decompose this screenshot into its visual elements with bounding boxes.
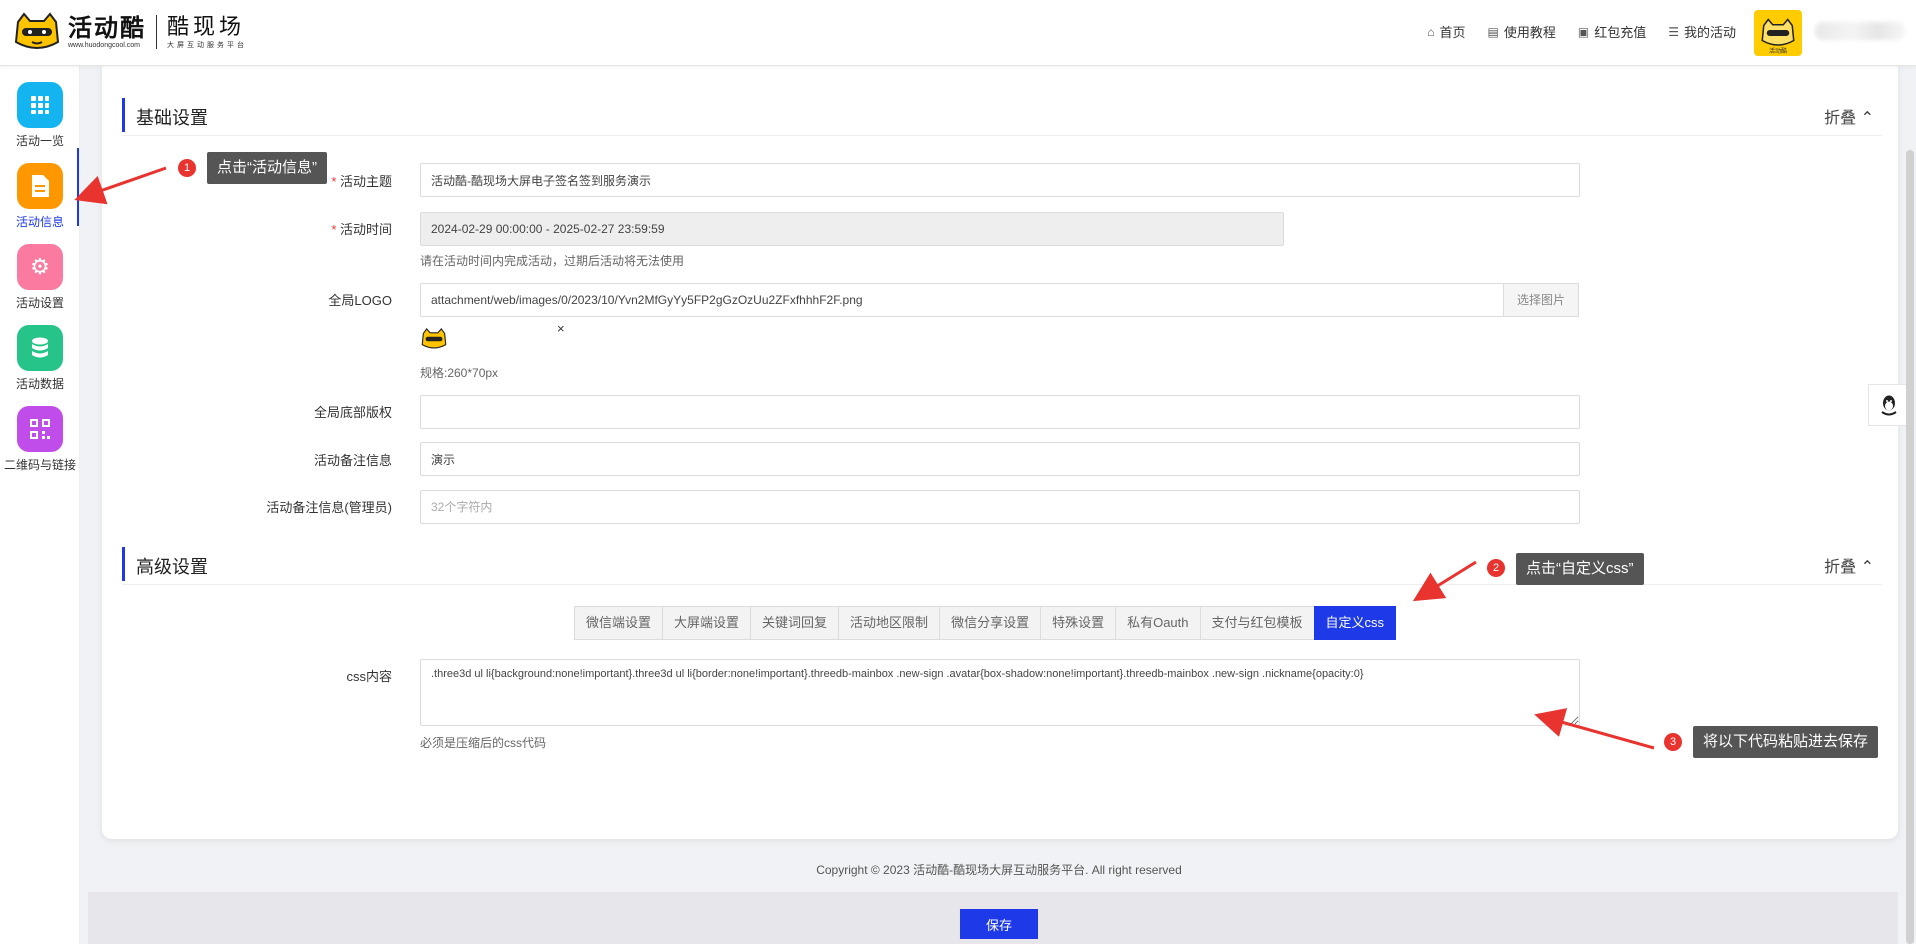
- save-button[interactable]: 保存: [960, 909, 1038, 939]
- brand-tagline: 大屏互动服务平台: [167, 42, 247, 49]
- avatar-label: 活动酷: [1768, 49, 1787, 55]
- tab-wechat[interactable]: 微信端设置: [574, 606, 664, 640]
- choose-image-button[interactable]: 选择图片: [1503, 283, 1579, 317]
- nav-my-activities[interactable]: ☰ 我的活动: [1668, 22, 1736, 41]
- chevron-up-icon: ⌃: [1860, 110, 1874, 127]
- section-accent-bar: [122, 547, 125, 581]
- copyright-label: 全局底部版权: [313, 405, 392, 420]
- time-label: * 活动时间: [331, 222, 392, 237]
- nav-tutorial-label: 使用教程: [1503, 25, 1556, 40]
- top-nav: ⌂ 首页 ▤ 使用教程 ▣ 红包充值 ☰ 我的活动: [1427, 22, 1736, 41]
- css-label: css内容: [346, 669, 392, 684]
- logo-path-input[interactable]: [420, 283, 1504, 317]
- tab-payment-template[interactable]: 支付与红包模板: [1199, 606, 1315, 640]
- redpacket-icon: ▣: [1577, 24, 1590, 39]
- sidebar-item-label: 活动一览: [15, 134, 64, 148]
- nav-home[interactable]: ⌂ 首页: [1427, 22, 1465, 41]
- top-bar: 活动酷 www.huodongcool.com 酷现场 大屏互动服务平台 ⌂ 首…: [0, 0, 1916, 66]
- time-range-input[interactable]: [420, 212, 1284, 246]
- sidebar-item-label: 二维码与链接: [3, 458, 76, 472]
- brand-logo[interactable]: 活动酷 www.huodongcool.com 酷现场 大屏互动服务平台: [12, 12, 247, 52]
- tab-wechat-share[interactable]: 微信分享设置: [939, 606, 1042, 640]
- annotation-step-3-badge: 3: [1664, 733, 1682, 751]
- time-hint: 请在活动时间内完成活动，过期后活动将无法使用: [420, 254, 685, 268]
- tab-custom-css[interactable]: 自定义css: [1313, 606, 1397, 640]
- css-textarea[interactable]: .three3d ul li{background:none!important…: [420, 659, 1580, 726]
- remark-input[interactable]: [420, 442, 1580, 476]
- doc-icon: ▤: [1487, 24, 1499, 39]
- annotation-step-2: 点击“自定义css”: [1516, 553, 1644, 585]
- sidebar-item-overview[interactable]: 活动一览: [0, 74, 80, 154]
- annotation-step-1-badge: 1: [178, 159, 196, 177]
- fold-button[interactable]: 折叠 ⌃: [1824, 104, 1874, 128]
- css-hint: 必须是压缩后的css代码: [420, 736, 547, 750]
- nav-tutorial[interactable]: ▤ 使用教程: [1488, 22, 1556, 41]
- nav-recharge[interactable]: ▣ 红包充值: [1578, 22, 1646, 41]
- list-icon: ☰: [1668, 24, 1679, 39]
- sidebar-item-label: 活动数据: [15, 377, 64, 391]
- annotation-step-1: 点击“活动信息”: [207, 152, 327, 184]
- remove-logo-icon[interactable]: ×: [557, 321, 565, 336]
- theme-input[interactable]: [420, 163, 1580, 197]
- document-icon: [17, 163, 63, 209]
- tab-bigscreen[interactable]: 大屏端设置: [662, 606, 752, 640]
- sidebar-item-activity-info[interactable]: 活动信息: [0, 155, 80, 235]
- basic-settings-header: 基础设置 折叠 ⌃: [122, 96, 1882, 136]
- section-accent-bar: [122, 98, 125, 132]
- annotation-step-2-badge: 2: [1487, 559, 1505, 577]
- username-blurred[interactable]: [1815, 22, 1905, 40]
- admin-remark-input[interactable]: [420, 490, 1580, 524]
- remark-label: 活动备注信息: [313, 453, 392, 468]
- qq-service-icon[interactable]: [1868, 384, 1910, 426]
- copyright-input[interactable]: [420, 395, 1580, 429]
- section-title: 基础设置: [136, 108, 208, 128]
- advanced-tabs: 微信端设置 大屏端设置 关键词回复 活动地区限制 微信分享设置 特殊设置 私有O…: [574, 606, 1397, 640]
- sidebar-active-indicator: [77, 148, 79, 226]
- sidebar-item-label: 活动信息: [15, 215, 64, 229]
- sidebar: 活动一览 活动信息 ⚙ 活动设置 活动数据 二维码与链接: [0, 66, 80, 944]
- section-title: 高级设置: [136, 557, 208, 577]
- database-icon: [17, 325, 63, 371]
- nav-home-label: 首页: [1439, 25, 1466, 40]
- tab-special[interactable]: 特殊设置: [1040, 606, 1117, 640]
- logo-label: 全局LOGO: [328, 293, 392, 308]
- avatar-mascot-icon: [1761, 18, 1795, 46]
- tab-keyword-reply[interactable]: 关键词回复: [750, 606, 840, 640]
- scrollbar[interactable]: [1906, 150, 1914, 944]
- home-icon: ⌂: [1427, 24, 1435, 39]
- qrcode-icon: [17, 406, 63, 452]
- nav-my-activities-label: 我的活动: [1683, 25, 1736, 40]
- chevron-up-icon: ⌃: [1860, 559, 1874, 576]
- sidebar-item-activity-settings[interactable]: ⚙ 活动设置: [0, 236, 80, 316]
- sidebar-item-label: 活动设置: [15, 296, 64, 310]
- brand-url: www.huodongcool.com: [68, 41, 140, 49]
- sidebar-item-qrcode[interactable]: 二维码与链接: [0, 398, 80, 478]
- fold-button[interactable]: 折叠 ⌃: [1824, 553, 1874, 577]
- brand-name: 活动酷: [68, 14, 146, 42]
- mascot-logo-icon: [14, 12, 60, 49]
- logo-spec-hint: 规格:260*70px: [420, 366, 499, 380]
- sidebar-item-activity-data[interactable]: 活动数据: [0, 317, 80, 397]
- logo-divider: [156, 15, 157, 49]
- tab-private-oauth[interactable]: 私有Oauth: [1115, 606, 1201, 640]
- brand-sub-name: 酷现场: [167, 14, 246, 39]
- admin-remark-label: 活动备注信息(管理员): [266, 500, 392, 515]
- nav-recharge-label: 红包充值: [1594, 25, 1647, 40]
- gear-icon: ⚙: [17, 244, 63, 290]
- footer-copyright: Copyright © 2023 活动酷-酷现场大屏互动服务平台. All ri…: [816, 863, 1182, 877]
- avatar[interactable]: 活动酷: [1754, 10, 1802, 56]
- logo-thumbnail: [421, 328, 447, 349]
- annotation-step-3: 将以下代码粘贴进去保存: [1693, 726, 1879, 758]
- tab-region-limit[interactable]: 活动地区限制: [838, 606, 941, 640]
- grid-icon: [17, 82, 63, 128]
